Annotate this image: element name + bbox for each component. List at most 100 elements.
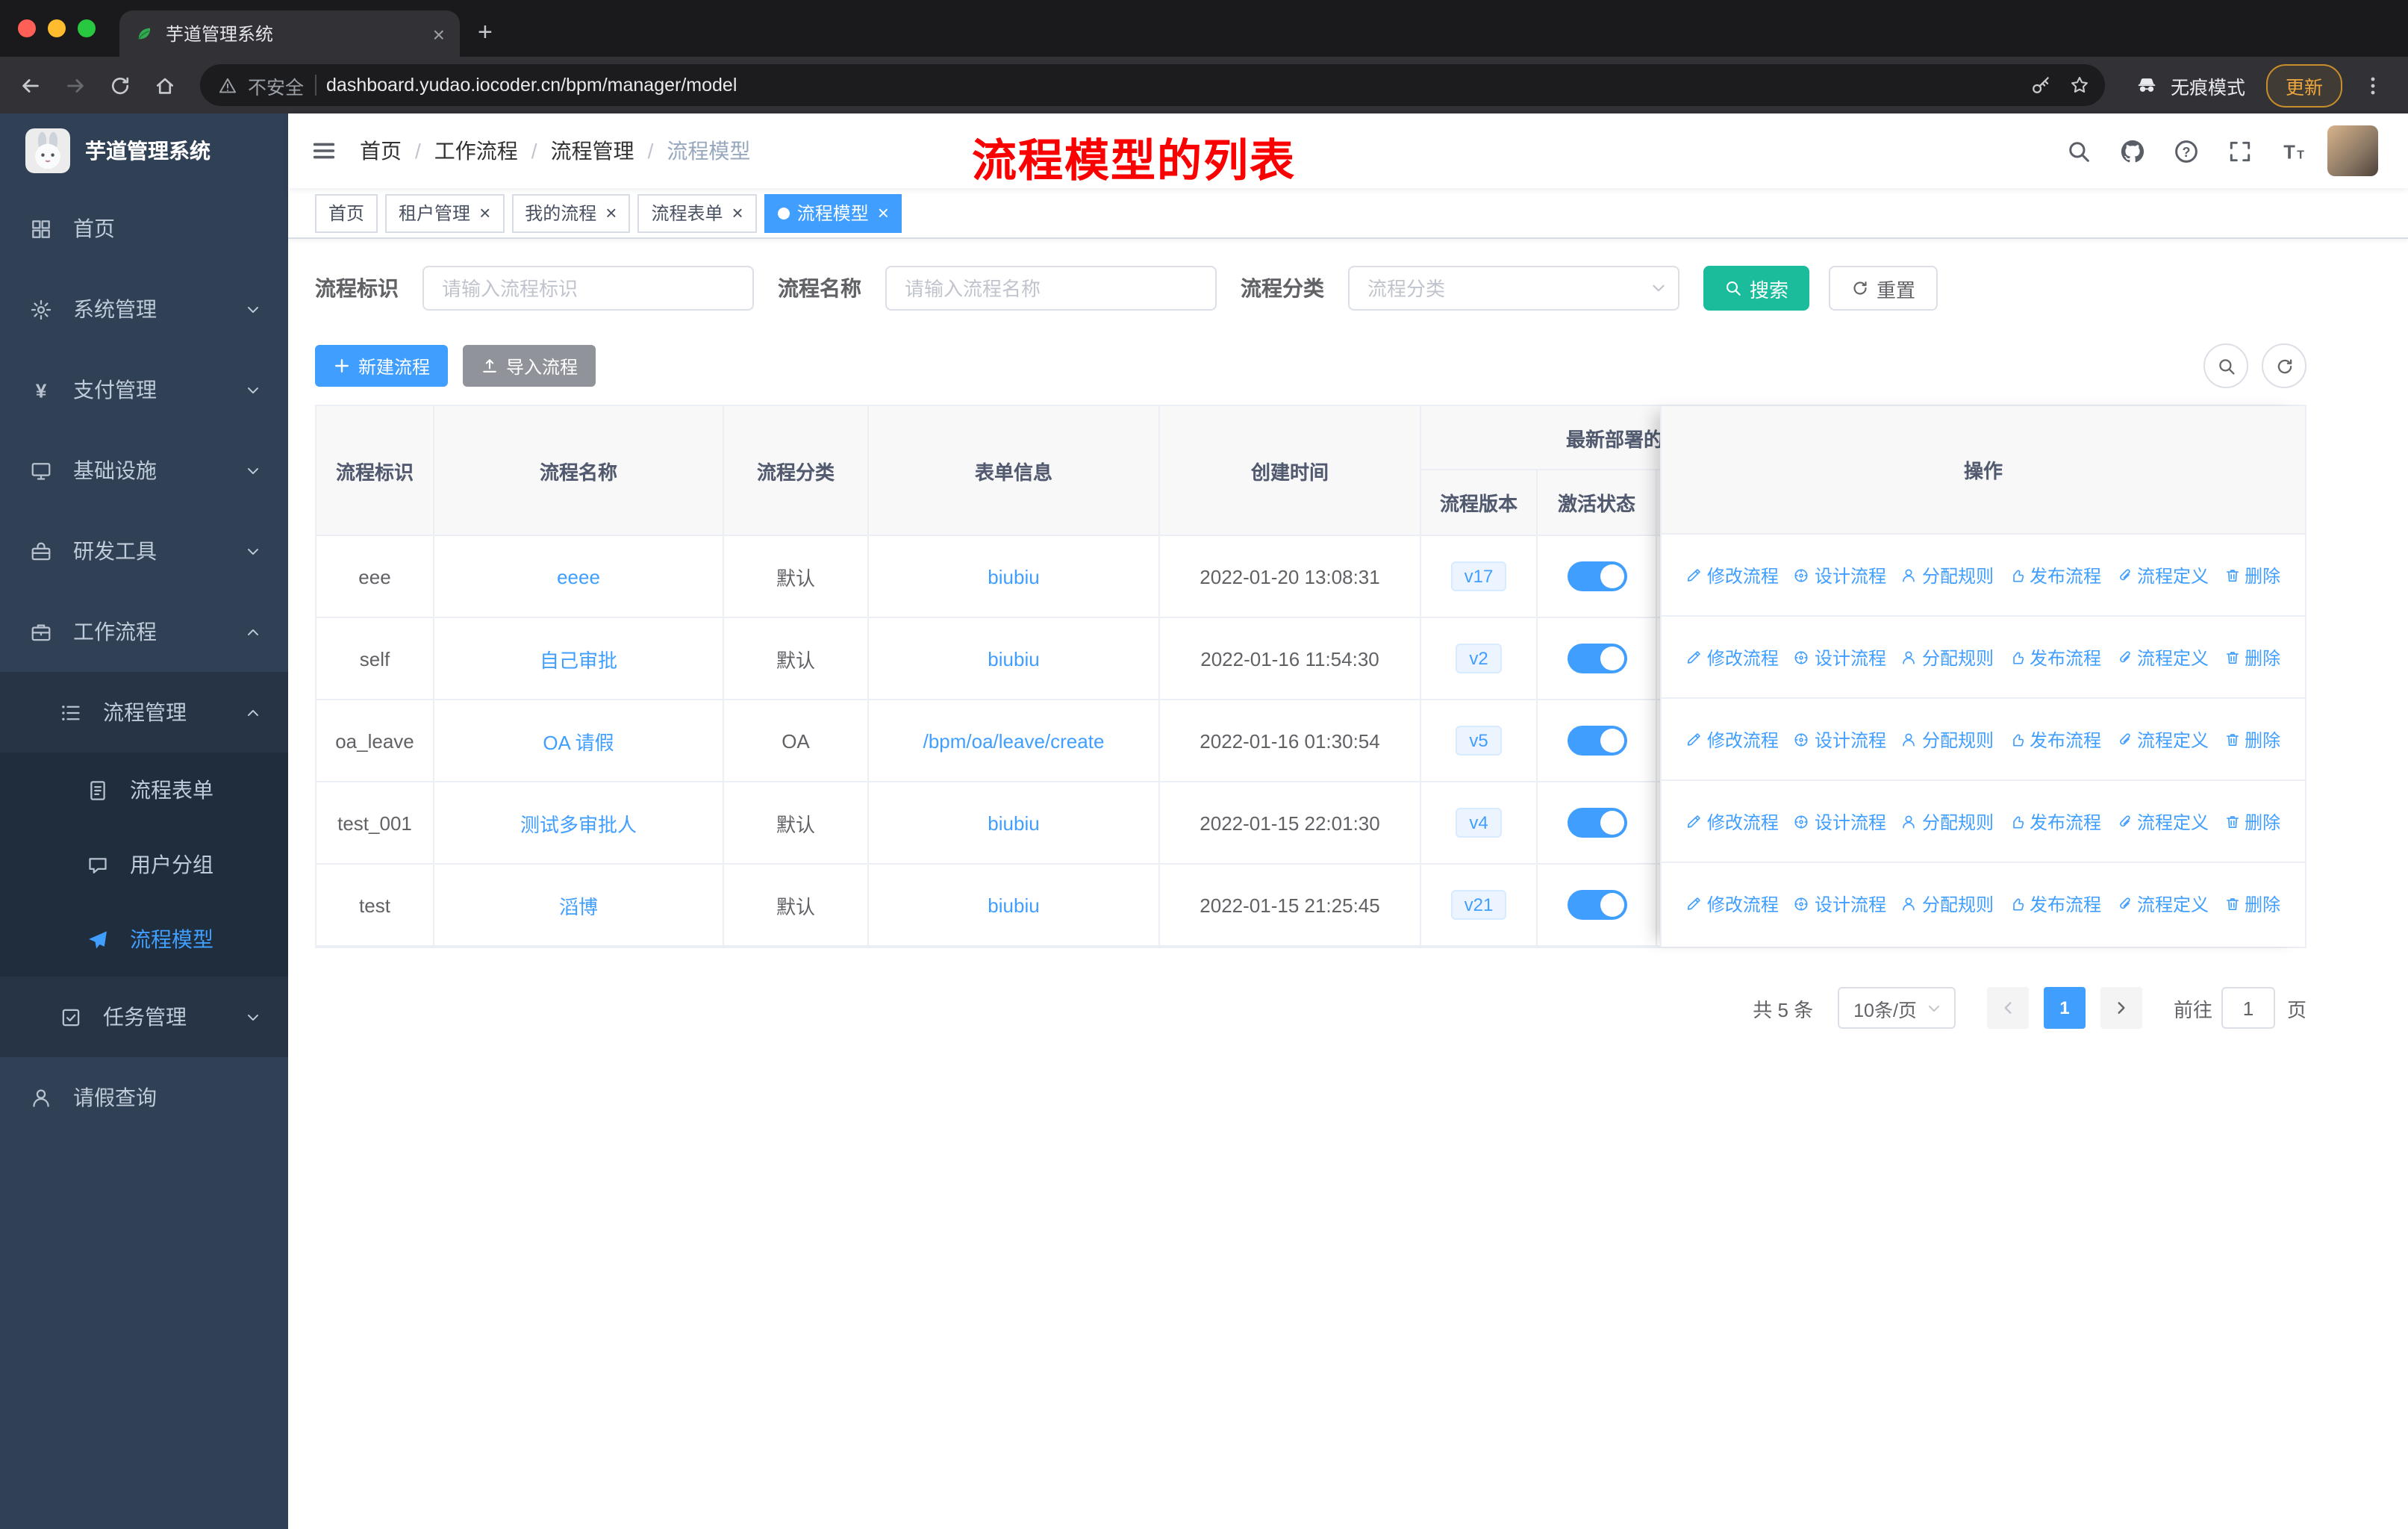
action-delete-link[interactable]: 删除 [2224, 809, 2280, 834]
update-button[interactable]: 更新 [2265, 63, 2342, 107]
action-publish-link[interactable]: 发布流程 [2009, 726, 2101, 752]
page-1-button[interactable]: 1 [2043, 987, 2086, 1029]
action-delete-link[interactable]: 删除 [2224, 562, 2280, 588]
zoom-window-button[interactable] [78, 19, 96, 37]
action-delete-link[interactable]: 删除 [2224, 726, 2280, 752]
action-design-link[interactable]: 设计流程 [1794, 809, 1886, 834]
tag-view-item[interactable]: 首页 [315, 193, 378, 232]
action-design-link[interactable]: 设计流程 [1794, 726, 1886, 752]
sidebar-item-user-group[interactable]: 用户分组 [0, 827, 288, 902]
sidebar-item-home[interactable]: 首页 [0, 188, 288, 269]
user-avatar[interactable] [2327, 125, 2378, 176]
page-size-select[interactable]: 10条/页 [1837, 987, 1956, 1029]
reset-button[interactable]: 重置 [1829, 266, 1938, 311]
action-assign-rule-link[interactable]: 分配规则 [1901, 562, 1994, 588]
close-window-button[interactable] [18, 19, 36, 37]
action-assign-rule-link[interactable]: 分配规则 [1901, 644, 1994, 670]
filter-input-1[interactable] [885, 266, 1217, 311]
action-design-link[interactable]: 设计流程 [1794, 644, 1886, 670]
active-toggle[interactable] [1567, 808, 1626, 838]
action-publish-link[interactable]: 发布流程 [2009, 562, 2101, 588]
address-bar[interactable]: 不安全 dashboard.yudao.iocoder.cn/bpm/manag… [200, 64, 2105, 106]
goto-page-input[interactable] [2221, 987, 2275, 1029]
action-modify-link[interactable]: 修改流程 [1686, 809, 1779, 834]
tag-close-icon[interactable]: × [605, 202, 617, 224]
new-tab-button[interactable]: + [478, 18, 493, 48]
action-design-link[interactable]: 设计流程 [1794, 562, 1886, 588]
tag-close-icon[interactable]: × [878, 202, 889, 224]
process-name-link[interactable]: 自己审批 [540, 644, 617, 673]
import-process-button[interactable]: 导入流程 [463, 345, 596, 387]
sidebar-item-payment[interactable]: ¥ 支付管理 [0, 349, 288, 430]
sidebar-item-workflow[interactable]: 工作流程 [0, 591, 288, 672]
action-definition-link[interactable]: 流程定义 [2116, 562, 2209, 588]
form-info-link[interactable]: biubiu [988, 647, 1039, 670]
browser-tab[interactable]: 芋道管理系统 × [119, 10, 460, 57]
form-info-link[interactable]: biubiu [988, 894, 1039, 916]
hamburger-icon[interactable] [288, 113, 360, 188]
process-name-link[interactable]: 滔博 [559, 891, 598, 919]
action-publish-link[interactable]: 发布流程 [2009, 809, 2101, 834]
tag-view-item[interactable]: 我的流程 × [511, 193, 631, 232]
process-name-link[interactable]: eeee [557, 565, 600, 588]
sidebar-item-flow-model[interactable]: 流程模型 [0, 902, 288, 977]
form-info-link[interactable]: biubiu [988, 565, 1039, 588]
tag-close-icon[interactable]: × [479, 202, 490, 224]
breadcrumb-item[interactable]: 流程管理 [551, 136, 634, 166]
breadcrumb-item[interactable]: 首页 [360, 136, 402, 166]
reload-button[interactable] [99, 64, 140, 106]
process-name-link[interactable]: 测试多审批人 [520, 809, 637, 837]
tag-view-item[interactable]: 租户管理 × [385, 193, 505, 232]
action-delete-link[interactable]: 删除 [2224, 891, 2280, 917]
form-info-link[interactable]: /bpm/oa/leave/create [923, 729, 1105, 752]
action-modify-link[interactable]: 修改流程 [1686, 891, 1779, 917]
action-definition-link[interactable]: 流程定义 [2116, 726, 2209, 752]
active-toggle[interactable] [1567, 726, 1626, 756]
tag-view-item[interactable]: 流程表单 × [637, 193, 757, 232]
action-delete-link[interactable]: 删除 [2224, 644, 2280, 670]
action-modify-link[interactable]: 修改流程 [1686, 644, 1779, 670]
action-definition-link[interactable]: 流程定义 [2116, 809, 2209, 834]
forward-button[interactable] [54, 64, 96, 106]
action-publish-link[interactable]: 发布流程 [2009, 891, 2101, 917]
sidebar-item-devtools[interactable]: 研发工具 [0, 511, 288, 591]
sidebar-item-leave-query[interactable]: 请假查询 [0, 1057, 288, 1138]
fontsize-icon[interactable]: TT [2274, 131, 2312, 170]
search-button[interactable]: 搜索 [1703, 266, 1810, 311]
category-select[interactable] [1348, 266, 1679, 311]
prev-page-button[interactable] [1986, 987, 2029, 1029]
sidebar-item-flow-manage[interactable]: 流程管理 [0, 672, 288, 753]
minimize-window-button[interactable] [48, 19, 66, 37]
action-definition-link[interactable]: 流程定义 [2116, 644, 2209, 670]
question-icon[interactable]: ? [2166, 131, 2205, 170]
active-toggle[interactable] [1567, 561, 1626, 591]
search-icon[interactable] [2059, 131, 2097, 170]
toggle-search-button[interactable] [2203, 343, 2248, 388]
tag-view-item[interactable]: 流程模型 × [764, 193, 902, 232]
browser-home-button[interactable] [143, 64, 185, 106]
sidebar-item-task-manage[interactable]: 任务管理 [0, 977, 288, 1057]
action-modify-link[interactable]: 修改流程 [1686, 726, 1779, 752]
process-name-link[interactable]: OA 请假 [543, 726, 614, 755]
action-design-link[interactable]: 设计流程 [1794, 891, 1886, 917]
back-button[interactable] [9, 64, 51, 106]
action-definition-link[interactable]: 流程定义 [2116, 891, 2209, 917]
breadcrumb-item[interactable]: 工作流程 [434, 136, 518, 166]
action-assign-rule-link[interactable]: 分配规则 [1901, 726, 1994, 752]
github-icon[interactable] [2112, 131, 2151, 170]
action-assign-rule-link[interactable]: 分配规则 [1901, 891, 1994, 917]
action-publish-link[interactable]: 发布流程 [2009, 644, 2101, 670]
create-process-button[interactable]: 新建流程 [315, 345, 449, 387]
sidebar-item-system[interactable]: 系统管理 [0, 269, 288, 349]
window-controls[interactable] [0, 0, 110, 57]
tag-close-icon[interactable]: × [732, 202, 743, 224]
form-info-link[interactable]: biubiu [988, 812, 1039, 834]
action-assign-rule-link[interactable]: 分配规则 [1901, 809, 1994, 834]
fullscreen-icon[interactable] [2220, 131, 2259, 170]
action-modify-link[interactable]: 修改流程 [1686, 562, 1779, 588]
sidebar-item-infra[interactable]: 基础设施 [0, 430, 288, 511]
refresh-table-button[interactable] [2262, 343, 2306, 388]
tab-close-icon[interactable]: × [433, 22, 445, 46]
active-toggle[interactable] [1567, 890, 1626, 920]
active-toggle[interactable] [1567, 644, 1626, 673]
